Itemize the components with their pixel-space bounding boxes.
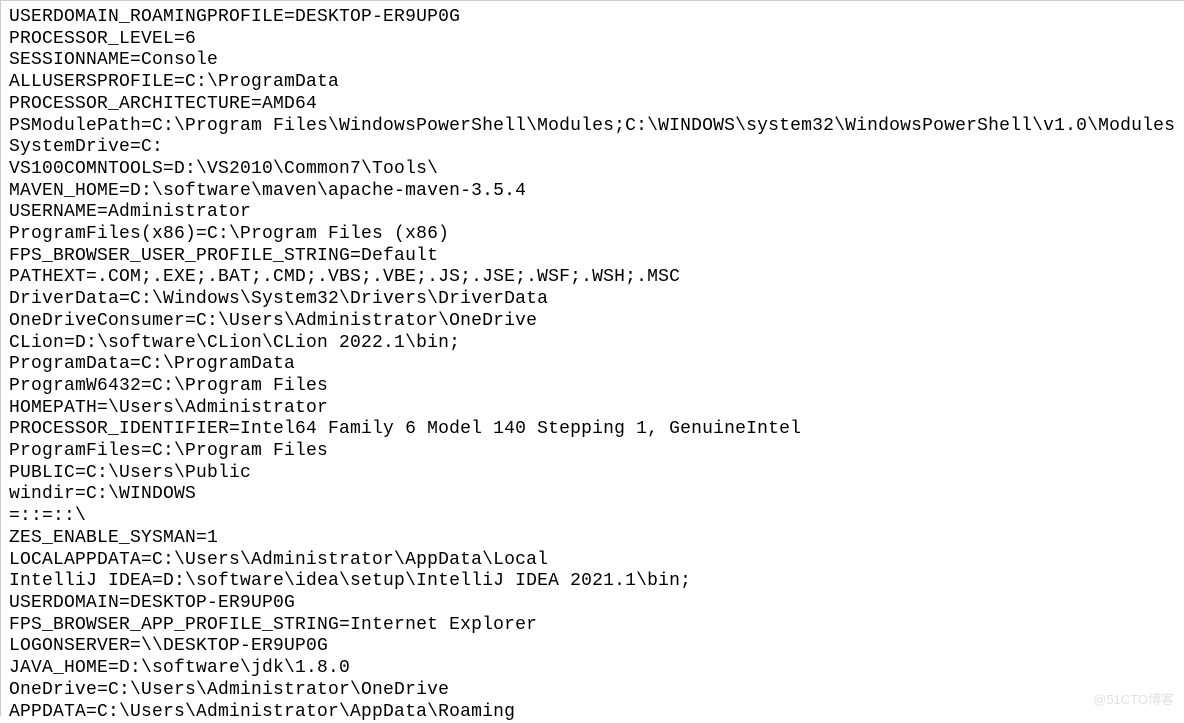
env-var-line: MAVEN_HOME=D:\software\maven\apache-mave… bbox=[9, 181, 1176, 203]
console-output: USERDOMAIN_ROAMINGPROFILE=DESKTOP-ER9UP0… bbox=[9, 7, 1176, 723]
env-var-line: LOGONSERVER=\\DESKTOP-ER9UP0G bbox=[9, 636, 1176, 658]
env-var-line: ALLUSERSPROFILE=C:\ProgramData bbox=[9, 72, 1176, 94]
watermark: @51CTO博客 bbox=[1093, 689, 1174, 711]
env-var-line: ProgramFiles(x86)=C:\Program Files (x86) bbox=[9, 224, 1176, 246]
env-var-line: PSModulePath=C:\Program Files\WindowsPow… bbox=[9, 116, 1176, 138]
env-var-line: DriverData=C:\Windows\System32\Drivers\D… bbox=[9, 289, 1176, 311]
env-var-line: OneDrive=C:\Users\Administrator\OneDrive bbox=[9, 680, 1176, 702]
env-var-line: CLion=D:\software\CLion\CLion 2022.1\bin… bbox=[9, 333, 1176, 355]
env-var-line: PROCESSOR_ARCHITECTURE=AMD64 bbox=[9, 94, 1176, 116]
env-var-line: VS100COMNTOOLS=D:\VS2010\Common7\Tools\ bbox=[9, 159, 1176, 181]
env-var-line: windir=C:\WINDOWS bbox=[9, 484, 1176, 506]
env-var-line: HOMEPATH=\Users\Administrator bbox=[9, 398, 1176, 420]
env-var-line: APPDATA=C:\Users\Administrator\AppData\R… bbox=[9, 702, 1176, 723]
env-var-line: JAVA_HOME=D:\software\jdk\1.8.0 bbox=[9, 658, 1176, 680]
env-var-line: ProgramW6432=C:\Program Files bbox=[9, 376, 1176, 398]
env-var-line: PUBLIC=C:\Users\Public bbox=[9, 463, 1176, 485]
env-var-line: USERDOMAIN=DESKTOP-ER9UP0G bbox=[9, 593, 1176, 615]
env-var-line: LOCALAPPDATA=C:\Users\Administrator\AppD… bbox=[9, 550, 1176, 572]
env-var-line: FPS_BROWSER_APP_PROFILE_STRING=Internet … bbox=[9, 615, 1176, 637]
env-var-line: USERDOMAIN_ROAMINGPROFILE=DESKTOP-ER9UP0… bbox=[9, 7, 1176, 29]
env-var-line: FPS_BROWSER_USER_PROFILE_STRING=Default bbox=[9, 246, 1176, 268]
env-var-line: ProgramData=C:\ProgramData bbox=[9, 354, 1176, 376]
env-var-line: ZES_ENABLE_SYSMAN=1 bbox=[9, 528, 1176, 550]
env-var-line: PROCESSOR_IDENTIFIER=Intel64 Family 6 Mo… bbox=[9, 419, 1176, 441]
env-var-line: IntelliJ IDEA=D:\software\idea\setup\Int… bbox=[9, 571, 1176, 593]
env-var-line: =::=::\ bbox=[9, 506, 1176, 528]
env-var-line: ProgramFiles=C:\Program Files bbox=[9, 441, 1176, 463]
env-var-line: OneDriveConsumer=C:\Users\Administrator\… bbox=[9, 311, 1176, 333]
env-var-line: SESSIONNAME=Console bbox=[9, 50, 1176, 72]
env-var-line: SystemDrive=C: bbox=[9, 137, 1176, 159]
env-var-line: USERNAME=Administrator bbox=[9, 202, 1176, 224]
env-var-line: PATHEXT=.COM;.EXE;.BAT;.CMD;.VBS;.VBE;.J… bbox=[9, 267, 1176, 289]
env-var-line: PROCESSOR_LEVEL=6 bbox=[9, 29, 1176, 51]
